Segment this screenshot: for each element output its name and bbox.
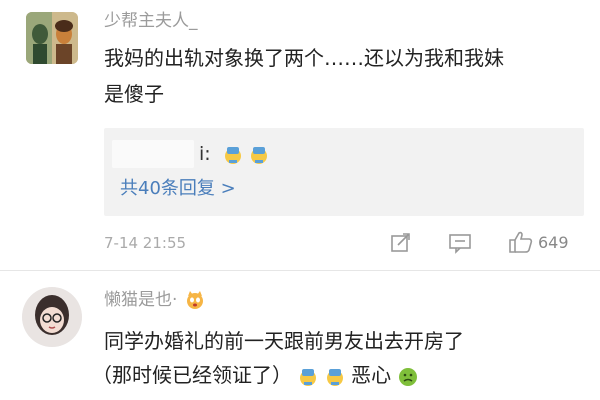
comment-item: 少帮主夫人_ 我妈的出轨对象换了两个……还以为我和我妹 是傻子 i: 共40条回… (0, 0, 600, 270)
comment-text-line-2: 是傻子 (104, 82, 164, 106)
reply-preview[interactable]: i: 共40条回复 > (104, 128, 584, 216)
comment-text-part-2: 恶心 (351, 363, 392, 387)
avatar-image (26, 12, 78, 64)
nauseated-emoji-icon (399, 367, 418, 386)
thumbs-up-icon[interactable] (508, 230, 534, 254)
comment-text-line-1: 同学办婚礼的前一天跟前男友出去开房了 (104, 329, 464, 353)
sweat-emoji-icon (326, 368, 343, 386)
like-count: 649 (538, 233, 569, 252)
timestamp: 7-14 21:55 (104, 234, 187, 252)
avatar[interactable] (26, 12, 78, 64)
reply-text-label: i: (199, 143, 211, 165)
comment-icon[interactable] (448, 232, 472, 254)
username[interactable]: 少帮主夫人_ (104, 10, 198, 32)
comment-text-line-1: 我妈的出轨对象换了两个……还以为我和我妹 (104, 46, 504, 70)
username[interactable]: 懒猫是也· (104, 289, 205, 311)
view-replies-link[interactable]: 共40条回复 > (120, 176, 236, 202)
comment-feed: 少帮主夫人_ 我妈的出轨对象换了两个……还以为我和我妹 是傻子 i: 共40条回… (0, 0, 600, 400)
sweat-emoji-icon (224, 146, 241, 164)
reply-author-redacted (112, 140, 194, 168)
avatar-image (22, 287, 82, 347)
cat-emoji-icon (186, 291, 203, 309)
comment-text-part-1: （那时候已经领证了） (92, 363, 292, 387)
share-icon[interactable] (390, 232, 412, 254)
reply-text: i: (199, 140, 269, 168)
sweat-emoji-icon (300, 368, 317, 386)
comment-text-line-2: （那时候已经领证了） 恶心 (92, 357, 419, 393)
username-label: 懒猫是也· (104, 290, 178, 310)
avatar[interactable] (22, 287, 82, 347)
sweat-emoji-icon (250, 146, 267, 164)
comment-item: 懒猫是也· 同学办婚礼的前一天跟前男友出去开房了 （那时候已经领证了） 恶心 (0, 271, 600, 400)
